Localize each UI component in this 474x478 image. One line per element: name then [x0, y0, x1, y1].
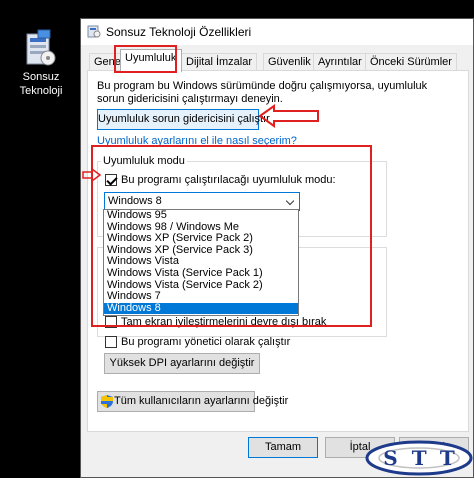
run-as-admin-label: Bu programı yönetici olarak çalıştır	[121, 336, 291, 348]
desktop-shortcut-sonsuz-teknoloji[interactable]: Sonsuz Teknoloji	[6, 28, 76, 98]
manual-settings-link[interactable]: Uyumluluk ayarlarını el ile nasıl seçeri…	[97, 135, 297, 148]
desktop-icon-label-line1: Sonsuz	[22, 71, 60, 83]
os-option[interactable]: Windows 7	[104, 291, 298, 303]
run-as-admin-checkbox[interactable]	[105, 336, 117, 348]
fullscreen-optimizations-checkbox[interactable]	[105, 316, 117, 328]
title-bar[interactable]: Sonsuz Teknoloji Özellikleri	[81, 19, 473, 45]
shield-icon	[101, 395, 113, 415]
tab-guvenlik[interactable]: Güvenlik	[263, 53, 316, 71]
tab-dijital-imzalar[interactable]: Dijital İmzalar	[181, 53, 258, 71]
window-title: Sonsuz Teknoloji Özellikleri	[106, 25, 252, 39]
os-select-value: Windows 8	[108, 195, 162, 207]
tab-onceki-surumler[interactable]: Önceki Sürümler	[365, 53, 457, 71]
os-dropdown-list[interactable]: Windows 95 Windows 98 / Windows Me Windo…	[103, 209, 299, 316]
os-option-selected[interactable]: Windows 8	[104, 302, 298, 315]
change-all-users-label: Tüm kullanıcıların ayarlarını değiştir	[114, 395, 289, 407]
tab-strip: Genel Uyumluluk Dijital İmzalar Güvenlik…	[87, 49, 473, 72]
desktop-icon-label-line2: Teknoloji	[19, 85, 63, 97]
intro-text-line1: Bu program bu Windows sürümünde doğru ça…	[97, 80, 428, 92]
properties-dialog: Sonsuz Teknoloji Özellikleri Genel Uyuml…	[80, 18, 474, 478]
red-arrow-right-icon	[82, 168, 102, 182]
os-option[interactable]: Windows Vista (Service Pack 1)	[104, 267, 298, 280]
fullscreen-optimizations-label: Tam ekran iyileştirmelerini devre dışı b…	[121, 316, 327, 328]
window-app-icon	[87, 24, 101, 41]
compat-mode-checkbox-label: Bu programı çalıştırılacağı uyumluluk mo…	[121, 174, 336, 186]
watermark-logo-letters: STT	[383, 446, 469, 470]
watermark-logo: STT	[364, 438, 474, 478]
high-dpi-settings-button[interactable]: Yüksek DPI ayarlarını değiştir	[104, 353, 260, 374]
red-arrow-left-icon	[258, 104, 319, 128]
tab-uyumluluk[interactable]: Uyumluluk	[120, 49, 182, 72]
run-troubleshooter-button[interactable]: Uyumluluk sorun gidericisini çalıştır	[97, 109, 270, 130]
os-option[interactable]: Windows 95	[104, 209, 298, 222]
program-installer-icon	[24, 28, 58, 68]
tab-ayrintilar[interactable]: Ayrıntılar	[313, 53, 367, 71]
chevron-down-icon	[285, 196, 295, 206]
intro-text-line2: sorun gidericisini çalıştırmayı deneyin.	[97, 93, 283, 105]
compat-mode-group-label: Uyumluluk modu	[101, 155, 187, 168]
compat-mode-checkbox[interactable]	[105, 174, 117, 186]
ok-button[interactable]: Tamam	[248, 437, 318, 458]
change-all-users-button[interactable]: Tüm kullanıcıların ayarlarını değiştir	[97, 391, 288, 415]
